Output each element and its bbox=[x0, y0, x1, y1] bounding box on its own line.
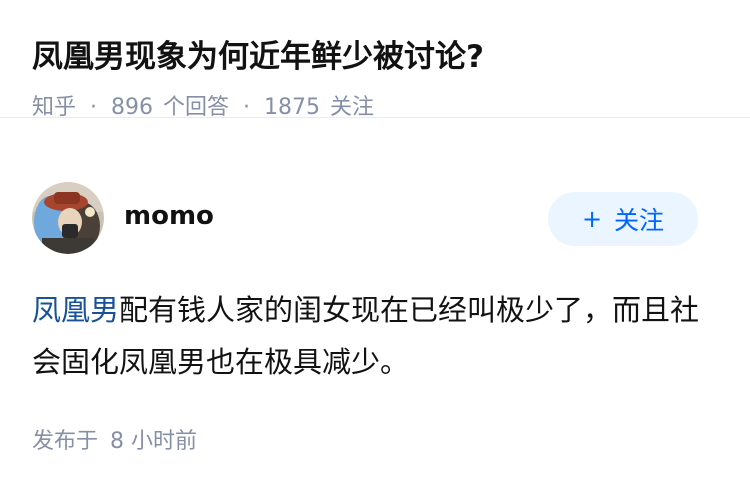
follow-button[interactable]: + 关注 bbox=[548, 192, 698, 246]
question-title[interactable]: 凤凰男现象为何近年鲜少被讨论? bbox=[32, 34, 718, 80]
time-prefix: 发布于 bbox=[32, 429, 99, 454]
answers-count: 896 bbox=[111, 95, 154, 120]
question-header: 凤凰男现象为何近年鲜少被讨论? 知乎 · 896 个回答 · 1875 关注 bbox=[0, 0, 750, 120]
followers-label: 关注 bbox=[330, 95, 375, 120]
followers-count: 1875 bbox=[264, 95, 321, 120]
answer-text: 配有钱人家的闺女现在已经叫极少了，而且社会固化凤凰男也在极具减少。 bbox=[32, 293, 700, 379]
plus-icon: + bbox=[581, 205, 603, 233]
source-label[interactable]: 知乎 bbox=[32, 92, 76, 124]
time-value: 8 小时前 bbox=[110, 429, 198, 454]
answer-card: momo + 关注 凤凰男配有钱人家的闺女现在已经叫极少了，而且社会固化凤凰男也… bbox=[0, 182, 750, 458]
avatar-photo-icon bbox=[32, 182, 104, 254]
answer-content: 凤凰男配有钱人家的闺女现在已经叫极少了，而且社会固化凤凰男也在极具减少。 bbox=[32, 284, 712, 388]
keyword-link[interactable]: 凤凰男 bbox=[32, 293, 119, 327]
meta-separator: · bbox=[90, 95, 98, 120]
follow-button-label: 关注 bbox=[614, 206, 665, 235]
avatar[interactable] bbox=[32, 182, 104, 254]
question-meta: 知乎 · 896 个回答 · 1875 关注 bbox=[32, 92, 718, 124]
answers-label: 个回答 bbox=[163, 95, 230, 120]
answer-timestamp: 发布于 8 小时前 bbox=[32, 426, 718, 458]
meta-separator: · bbox=[243, 95, 251, 120]
author-name[interactable]: momo bbox=[124, 198, 214, 234]
author-row: momo + 关注 bbox=[32, 182, 718, 256]
